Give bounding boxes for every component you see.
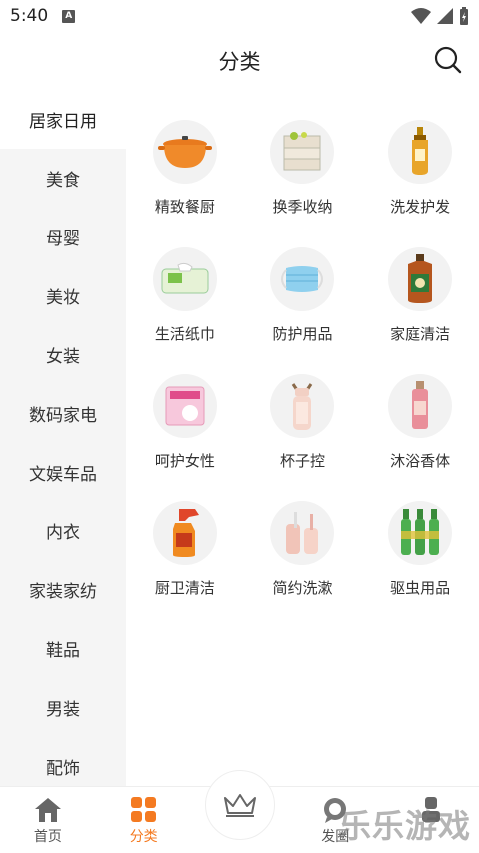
sidebar-item-electronics[interactable]: 数码家电 bbox=[0, 384, 126, 443]
disinfectant-bottle-icon bbox=[388, 247, 453, 311]
mosquito-repellent-icon bbox=[388, 501, 453, 565]
category-grid-icon bbox=[130, 797, 156, 822]
nav-category[interactable]: 分类 bbox=[96, 787, 192, 853]
water-bottle-icon bbox=[270, 374, 335, 438]
category-cell[interactable]: 洗发护发 bbox=[361, 110, 479, 237]
search-icon[interactable] bbox=[433, 45, 463, 75]
category-label: 驱虫用品 bbox=[390, 579, 451, 597]
subcategory-grid: 精致餐厨 换季收纳 洗发护发 生活纸巾 防护用品 家庭清洁 呵护女性 杯子控 沐… bbox=[126, 110, 479, 618]
status-bar: 5:40 A bbox=[0, 0, 479, 32]
nav-category-label: 分类 bbox=[129, 829, 158, 845]
category-cell[interactable]: 精致餐厨 bbox=[126, 110, 244, 237]
face-mask-icon bbox=[270, 247, 335, 311]
category-label: 精致餐厨 bbox=[154, 198, 215, 216]
category-sidebar: 居家日用 美食 母婴 美妆 女装 数码家电 文娱车品 内衣 家装家纺 鞋品 男装… bbox=[0, 90, 126, 786]
category-cell[interactable]: 生活纸巾 bbox=[126, 237, 244, 364]
category-cell[interactable]: 沐浴香体 bbox=[361, 364, 479, 491]
category-label: 洗发护发 bbox=[390, 198, 451, 216]
battery-icon bbox=[460, 7, 468, 25]
sidebar-item-makeup[interactable]: 美妆 bbox=[0, 266, 126, 325]
toothbrush-cup-icon bbox=[270, 501, 335, 565]
category-label: 生活纸巾 bbox=[154, 325, 215, 343]
category-cell[interactable]: 厨卫清洁 bbox=[126, 491, 244, 618]
sidebar-item-underwear[interactable]: 内衣 bbox=[0, 502, 126, 561]
category-cell[interactable]: 家庭清洁 bbox=[361, 237, 479, 364]
crown-icon bbox=[224, 794, 256, 817]
sidebar-item-home-daily[interactable]: 居家日用 bbox=[0, 90, 126, 149]
sidebar-item-womenswear[interactable]: 女装 bbox=[0, 325, 126, 384]
home-icon bbox=[34, 798, 61, 822]
category-cell[interactable]: 防护用品 bbox=[244, 237, 362, 364]
sidebar-item-entertainment-auto[interactable]: 文娱车品 bbox=[0, 443, 126, 502]
page-title: 分类 bbox=[218, 50, 261, 74]
watermark-logo: 乐乐游戏 bbox=[338, 807, 471, 845]
category-cell[interactable]: 杯子控 bbox=[244, 364, 362, 491]
spray-cleaner-icon bbox=[152, 501, 217, 565]
body-mist-icon bbox=[388, 374, 453, 438]
status-time: 5:40 bbox=[10, 6, 49, 26]
sidebar-item-accessories[interactable]: 配饰 bbox=[0, 737, 126, 786]
category-label: 厨卫清洁 bbox=[154, 579, 215, 597]
vip-button[interactable] bbox=[205, 770, 275, 840]
tissue-pack-icon bbox=[152, 247, 217, 311]
sidebar-item-shoes[interactable]: 鞋品 bbox=[0, 619, 126, 678]
category-cell[interactable]: 驱虫用品 bbox=[361, 491, 479, 618]
nav-home-label: 首页 bbox=[33, 829, 62, 845]
category-cell[interactable]: 简约洗漱 bbox=[244, 491, 362, 618]
sidebar-item-menswear[interactable]: 男装 bbox=[0, 678, 126, 737]
nav-home[interactable]: 首页 bbox=[0, 787, 96, 853]
category-cell[interactable]: 换季收纳 bbox=[244, 110, 362, 237]
status-icons bbox=[411, 7, 469, 25]
sanitary-pad-icon bbox=[152, 374, 217, 438]
sidebar-item-home-textiles[interactable]: 家装家纺 bbox=[0, 560, 126, 619]
category-label: 家庭清洁 bbox=[390, 325, 451, 343]
casserole-pot-icon bbox=[152, 120, 217, 184]
wifi-icon bbox=[411, 8, 431, 24]
signal-icon bbox=[437, 8, 453, 24]
category-label: 呵护女性 bbox=[154, 452, 215, 470]
category-label: 杯子控 bbox=[279, 452, 325, 470]
category-label: 简约洗漱 bbox=[272, 579, 333, 597]
category-label: 换季收纳 bbox=[272, 198, 333, 216]
storage-box-icon bbox=[270, 120, 335, 184]
sidebar-item-baby[interactable]: 母婴 bbox=[0, 208, 126, 267]
shampoo-bottle-icon bbox=[388, 120, 453, 184]
category-label: 防护用品 bbox=[272, 325, 333, 343]
category-label: 沐浴香体 bbox=[390, 452, 451, 470]
sidebar-item-food[interactable]: 美食 bbox=[0, 149, 126, 208]
page-header: 分类 bbox=[0, 32, 479, 90]
category-cell[interactable]: 呵护女性 bbox=[126, 364, 244, 491]
notification-icon: A bbox=[62, 9, 76, 23]
